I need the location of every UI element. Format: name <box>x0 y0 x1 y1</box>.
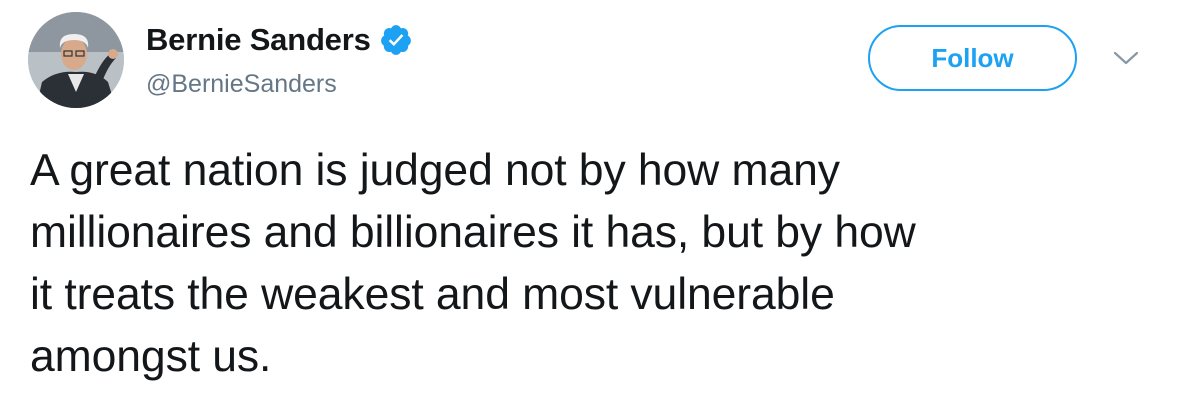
author-display-name[interactable]: Bernie Sanders <box>146 22 371 58</box>
tweet-text-line: it treats the weakest and most vulnerabl… <box>30 270 835 319</box>
verified-badge-icon <box>379 23 413 57</box>
tweet-text-line: millionaires and billionaires it has, bu… <box>30 208 916 257</box>
tweet-text-line: amongst us. <box>30 332 272 381</box>
author-avatar[interactable] <box>28 12 124 108</box>
follow-button[interactable]: Follow <box>868 25 1077 91</box>
tweet-card: Bernie Sanders @BernieSanders Follow A g… <box>0 0 1180 416</box>
avatar-photo-icon <box>28 12 124 108</box>
chevron-down-icon[interactable] <box>1112 48 1140 68</box>
tweet-text-line: A great nation is judged not by how many <box>30 146 840 195</box>
author-name-row: Bernie Sanders <box>146 22 413 58</box>
tweet-text: A great nation is judged not by how many… <box>30 140 1160 388</box>
author-handle[interactable]: @BernieSanders <box>146 70 337 99</box>
